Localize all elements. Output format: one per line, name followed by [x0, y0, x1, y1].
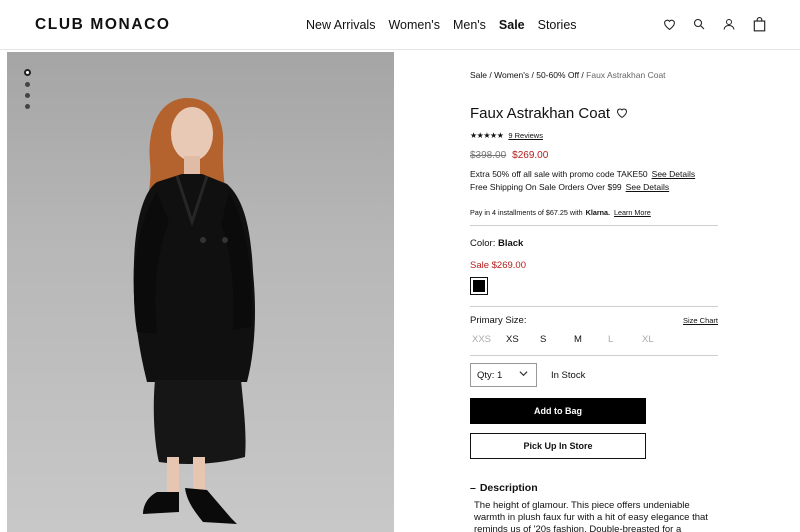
gallery-dot[interactable]	[25, 93, 30, 98]
gallery-dot[interactable]	[24, 69, 31, 76]
size-option-m[interactable]: M	[574, 334, 608, 345]
size-options: XXS XS S M L XL	[472, 334, 676, 345]
description-text: The height of glamour. This piece offers…	[474, 500, 708, 532]
sale-price: $269.00	[512, 150, 549, 161]
size-option-xs[interactable]: XS	[506, 334, 540, 345]
nav-sale[interactable]: Sale	[499, 18, 525, 32]
gallery-dot[interactable]	[25, 104, 30, 109]
shipping-details-link[interactable]: See Details	[626, 182, 669, 192]
klarna-text: Pay in 4 installments of $67.25 with	[470, 208, 583, 217]
breadcrumb-womens[interactable]: Women's	[494, 70, 529, 80]
stock-status: In Stock	[551, 370, 586, 381]
color-label-text: Color:	[470, 238, 496, 249]
bag-icon[interactable]	[751, 16, 767, 32]
product-image[interactable]	[7, 52, 394, 532]
add-to-bag-button[interactable]: Add to Bag	[470, 398, 646, 424]
gallery-dot[interactable]	[25, 82, 30, 87]
product-title-row: Faux Astrakhan Coat	[470, 105, 628, 122]
wishlist-heart-icon[interactable]	[616, 105, 628, 122]
rating: ★★★★★ 9 Reviews	[470, 131, 543, 140]
pick-up-in-store-button[interactable]: Pick Up In Store	[470, 433, 646, 459]
chevron-down-icon	[519, 369, 528, 381]
size-option-xxs[interactable]: XXS	[472, 334, 506, 345]
promo-text: Extra 50% off all sale with promo code T…	[470, 169, 648, 179]
color-value: Black	[497, 238, 524, 249]
size-chart-link[interactable]: Size Chart	[683, 316, 718, 325]
collapse-icon: –	[470, 482, 476, 494]
divider	[470, 225, 718, 226]
quantity-select[interactable]: Qty: 1	[470, 363, 537, 387]
breadcrumb-discount[interactable]: 50-60% Off	[536, 70, 579, 80]
nav-stories[interactable]: Stories	[538, 18, 577, 32]
header-icons	[661, 16, 767, 32]
description-toggle[interactable]: – Description	[470, 482, 538, 494]
nav-womens[interactable]: Women's	[388, 18, 439, 32]
klarna-learn-more[interactable]: Learn More	[614, 208, 651, 217]
original-price: $398.00	[470, 150, 507, 161]
brand-logo[interactable]: CLUB MONACO	[35, 16, 171, 34]
size-option-l[interactable]: L	[608, 334, 642, 345]
size-option-s[interactable]: S	[540, 334, 574, 345]
klarna-logo: Klarna.	[585, 208, 611, 217]
promo-line-1: Extra 50% off all sale with promo code T…	[470, 169, 695, 179]
breadcrumb: Sale / Women's / 50-60% Off / Faux Astra…	[470, 70, 666, 80]
shipping-text: Free Shipping On Sale Orders Over $99	[470, 182, 622, 192]
color-swatch-black[interactable]	[470, 277, 488, 295]
divider	[470, 306, 718, 307]
star-rating: ★★★★★	[470, 131, 504, 140]
reviews-link[interactable]: 9 Reviews	[508, 131, 543, 140]
promo-details-link[interactable]: See Details	[652, 169, 695, 179]
heart-icon[interactable]	[661, 16, 677, 32]
nav-mens[interactable]: Men's	[453, 18, 486, 32]
model-illustration	[133, 97, 255, 524]
size-option-xl[interactable]: XL	[642, 334, 676, 345]
breadcrumb-sale[interactable]: Sale	[470, 70, 487, 80]
divider	[470, 355, 718, 356]
description-title: Description	[479, 482, 538, 494]
price-block: $398.00 $269.00	[470, 150, 548, 161]
user-icon[interactable]	[721, 16, 737, 32]
nav-new-arrivals[interactable]: New Arrivals	[306, 18, 375, 32]
color-sale-price: Sale $269.00	[470, 260, 526, 271]
site-header: CLUB MONACO New Arrivals Women's Men's S…	[0, 0, 800, 50]
klarna-message: Pay in 4 installments of $67.25 with Klar…	[470, 208, 651, 217]
promo-line-2: Free Shipping On Sale Orders Over $99 See…	[470, 182, 669, 192]
main-nav: New Arrivals Women's Men's Sale Stories	[306, 18, 590, 32]
gallery-dots	[24, 69, 31, 109]
color-label: Color: Black	[470, 238, 523, 249]
search-icon[interactable]	[691, 16, 707, 32]
size-label: Primary Size:	[470, 315, 527, 326]
quantity-value: Qty: 1	[477, 369, 503, 381]
breadcrumb-current: Faux Astrakhan Coat	[586, 70, 666, 80]
product-title: Faux Astrakhan Coat	[470, 105, 611, 122]
